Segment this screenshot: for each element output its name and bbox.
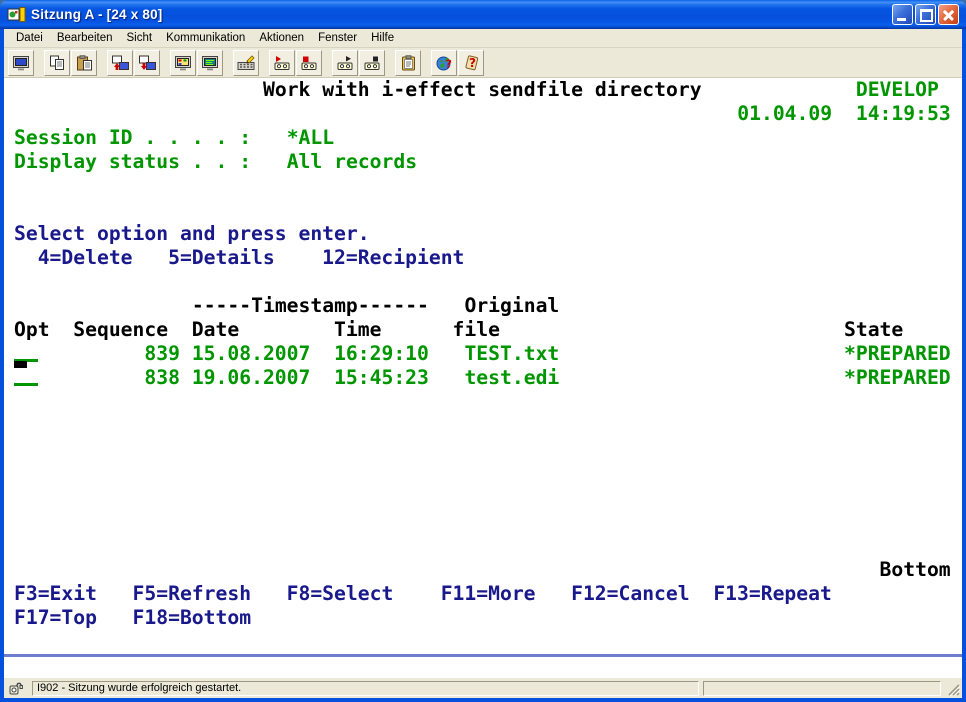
terminal-text-segment: Session ID . . . . : <box>14 126 251 150</box>
terminal-text-segment: F3=Exit F5=Refresh F8=Select F11=More F1… <box>14 582 832 606</box>
title-bar[interactable]: Sitzung A - [24 x 80] <box>0 0 966 29</box>
status-panel-secondary <box>703 681 941 696</box>
close-button[interactable] <box>938 4 959 25</box>
clipboard-icon <box>400 55 417 71</box>
terminal-text-segment: *PREPARED <box>844 366 951 390</box>
terminal-text-segment: Display status . . : <box>14 150 251 174</box>
terminal-text-segment: Work with i-effect sendfile directory <box>263 78 702 102</box>
text-cursor <box>14 361 27 368</box>
terminal-text-segment: 14:19:53 <box>856 102 951 126</box>
terminal-text-segment: *ALL <box>287 126 334 150</box>
opt-input-field[interactable] <box>14 383 38 386</box>
terminal-text-segment: DEVELOP <box>856 78 939 102</box>
tape-play-icon <box>336 55 354 71</box>
resize-grip[interactable] <box>945 681 960 696</box>
macro-play-button[interactable] <box>269 50 295 76</box>
send-file-icon <box>111 55 129 71</box>
terminal-text-segment: *PREPARED <box>844 342 951 366</box>
toolbar: ? ? <box>4 48 962 78</box>
terminal-text-segment: 838 19.06.2007 15:45:23 test.edi <box>144 366 559 390</box>
window-title: Sitzung A - [24 x 80] <box>31 7 892 22</box>
application-window: Sitzung A - [24 x 80] DateiBearbeitenSic… <box>0 0 966 702</box>
minimize-button[interactable] <box>892 4 913 25</box>
copy-icon <box>49 55 66 71</box>
window-frame: DateiBearbeitenSichtKommunikationAktione… <box>0 29 966 702</box>
new-session-icon <box>12 55 30 71</box>
menu-item-hilfe[interactable]: Hilfe <box>364 30 401 46</box>
terminal-text-segment: 4=Delete 5=Details 12=Recipient <box>38 246 465 270</box>
terminal-screen[interactable]: Work with i-effect sendfile directory DEV… <box>4 78 962 654</box>
terminal-text-segment: State <box>844 318 903 342</box>
web-help-button[interactable]: ? <box>431 50 457 76</box>
help-icon: ? <box>463 55 480 71</box>
menu-item-fenster[interactable]: Fenster <box>311 30 364 46</box>
connection-status-icon <box>8 680 32 696</box>
macro-record-icon <box>300 55 318 71</box>
status-bar: I902 - Sitzung wurde erfolgreich gestart… <box>4 678 962 698</box>
help-button[interactable]: ? <box>458 50 484 76</box>
status-message-panel: I902 - Sitzung wurde erfolgreich gestart… <box>32 681 699 696</box>
macro-record-button[interactable] <box>296 50 322 76</box>
tape-stop-icon <box>363 55 381 71</box>
paste-button[interactable] <box>71 50 97 76</box>
terminal-text-segment: Bottom <box>880 558 951 582</box>
tape-play-button[interactable] <box>332 50 358 76</box>
menu-item-aktionen[interactable]: Aktionen <box>252 30 311 46</box>
maximize-button[interactable] <box>915 4 936 25</box>
receive-file-icon <box>138 55 156 71</box>
menu-item-datei[interactable]: Datei <box>9 30 50 46</box>
send-file-button[interactable] <box>107 50 133 76</box>
display-colors-button[interactable] <box>170 50 196 76</box>
menu-item-kommunikation[interactable]: Kommunikation <box>159 30 252 46</box>
svg-text:?: ? <box>445 57 451 70</box>
display-colors-icon <box>174 55 192 71</box>
app-icon <box>7 5 27 25</box>
status-message: I902 - Sitzung wurde erfolgreich gestart… <box>37 682 241 694</box>
display-session-button[interactable] <box>197 50 223 76</box>
menu-item-bearbeiten[interactable]: Bearbeiten <box>50 30 120 46</box>
paste-icon <box>76 55 93 71</box>
terminal-text-segment: Select option and press enter. <box>14 222 370 246</box>
terminal-text-segment: -----Timestamp------ Original <box>192 294 559 318</box>
terminal-text-segment: F17=Top F18=Bottom <box>14 606 251 630</box>
terminal-text-segment: Opt Sequence Date Time file <box>14 318 500 342</box>
menu-item-sicht[interactable]: Sicht <box>119 30 159 46</box>
oia-row <box>4 657 962 678</box>
keyboard-setup-icon <box>237 55 255 71</box>
window-controls <box>892 4 959 25</box>
receive-file-button[interactable] <box>134 50 160 76</box>
tape-stop-button[interactable] <box>359 50 385 76</box>
new-session-button[interactable] <box>8 50 34 76</box>
web-help-icon: ? <box>436 55 453 71</box>
menu-bar: DateiBearbeitenSichtKommunikationAktione… <box>4 29 962 48</box>
terminal-text-segment: 839 15.08.2007 16:29:10 TEST.txt <box>144 342 559 366</box>
display-session-icon <box>201 55 219 71</box>
keyboard-setup-button[interactable] <box>233 50 259 76</box>
terminal-text-segment: All records <box>287 150 417 174</box>
macro-play-icon <box>273 55 291 71</box>
svg-text:?: ? <box>469 56 476 70</box>
terminal-text-segment: 01.04.09 <box>737 102 832 126</box>
copy-button[interactable] <box>44 50 70 76</box>
clipboard-button[interactable] <box>395 50 421 76</box>
